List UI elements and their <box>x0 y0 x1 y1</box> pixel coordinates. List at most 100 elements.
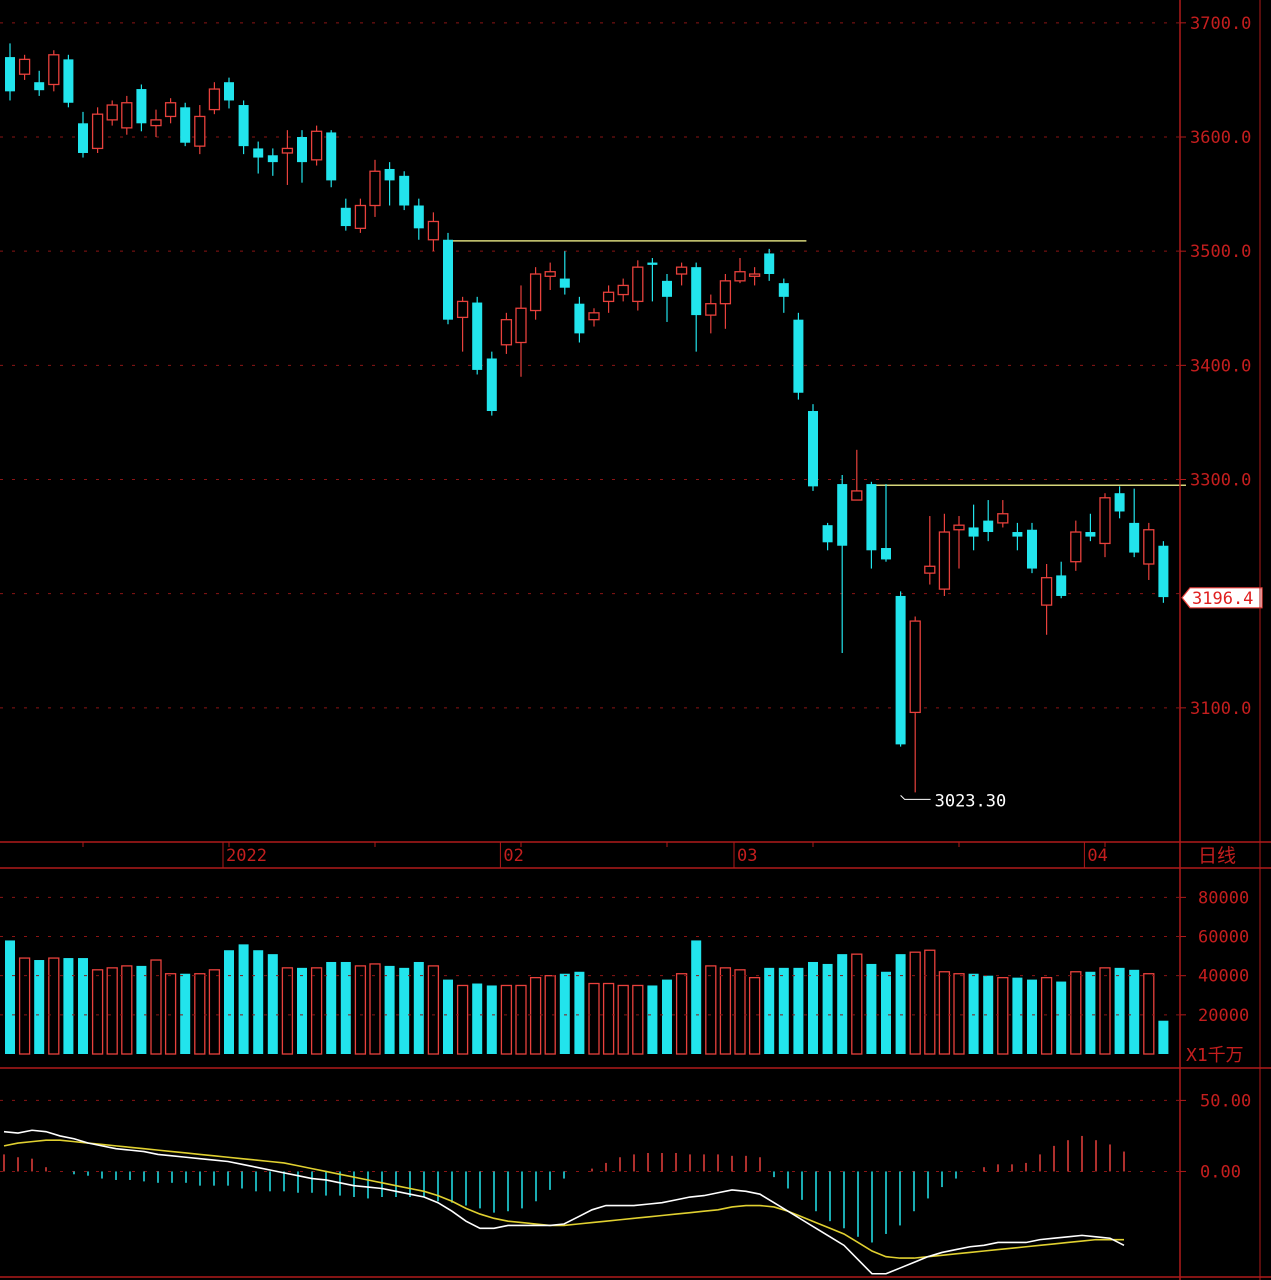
candle-body-up <box>281 147 294 154</box>
candle-body-down <box>837 484 848 546</box>
candle-body-up <box>1143 529 1155 565</box>
candle-body-up <box>150 119 162 127</box>
candle-body-up <box>208 88 221 111</box>
volume-bar-down <box>1114 967 1125 1054</box>
candle-body-down <box>691 267 702 316</box>
volume-bar-up <box>1099 967 1111 1055</box>
low-annotation-label: 3023.30 <box>935 791 1007 811</box>
volume-bar-up <box>369 963 381 1055</box>
volume-bar-down <box>486 985 497 1054</box>
chart-background <box>0 0 1271 1280</box>
volume-bar-up <box>675 973 688 1055</box>
candle <box>793 312 804 400</box>
volume-bar-down <box>472 983 483 1054</box>
volume-bar-down <box>968 973 979 1054</box>
candle-body-up <box>588 312 600 321</box>
volume-bar-up <box>150 959 162 1055</box>
candle <box>63 54 74 108</box>
candle-body-down <box>647 262 658 265</box>
volume-tick-label: 40000 <box>1198 967 1249 987</box>
volume-bar-up <box>602 982 615 1055</box>
volume-bar-up <box>208 969 221 1055</box>
volume-bar-up <box>617 984 629 1055</box>
candle-body-down <box>326 132 337 181</box>
volume-bar-up <box>164 973 177 1055</box>
candle-body-up <box>719 280 732 305</box>
candle-body-up <box>617 284 629 296</box>
last-price-label: 3196.4 <box>1192 589 1253 609</box>
volume-bar-down <box>1012 977 1023 1054</box>
volume-bar-down <box>63 958 74 1054</box>
candle-body-up <box>194 115 206 147</box>
volume-bar-down <box>881 971 891 1054</box>
candle-body-up <box>909 620 921 714</box>
volume-bar-down <box>5 940 15 1054</box>
candle-body-up <box>500 319 513 346</box>
candle-body-down <box>822 525 833 543</box>
date-tick-label: 2022 <box>226 846 267 866</box>
candle-body-up <box>602 291 615 303</box>
volume-bar-down <box>662 979 672 1054</box>
candle-body-down <box>63 59 74 103</box>
candle-body-up <box>427 220 440 241</box>
candle-body-up <box>164 102 177 118</box>
candle-body-down <box>983 520 994 533</box>
candle-body-up <box>632 266 644 303</box>
volume-bar-down <box>822 963 833 1054</box>
volume-bar-down <box>1056 981 1067 1054</box>
volume-bar-down <box>1129 969 1140 1054</box>
candle-body-up <box>748 273 761 277</box>
candle-body-down <box>1114 493 1125 512</box>
volume-bar-up <box>909 951 921 1055</box>
volume-bar-up <box>310 967 323 1055</box>
volume-bar-up <box>632 984 644 1055</box>
candle <box>310 125 323 166</box>
candle <box>326 130 337 188</box>
volume-tick-label: 80000 <box>1198 888 1249 908</box>
volume-bar-up <box>515 984 527 1055</box>
volume-bar-up <box>500 984 513 1055</box>
candle-body-down <box>340 207 351 227</box>
volume-bar-up <box>997 976 1009 1055</box>
candle-body-up <box>924 565 936 574</box>
candle-body-up <box>121 102 133 129</box>
volume-bar-up <box>924 949 936 1055</box>
price-tick-label: 3400.0 <box>1190 356 1251 376</box>
candle-body-up <box>48 54 60 86</box>
candle-body-up <box>369 170 381 207</box>
volume-bar-up <box>427 965 440 1055</box>
candle-body-down <box>34 82 45 91</box>
volume-bar-down <box>866 963 877 1054</box>
candle-body-down <box>472 302 483 370</box>
candle-body-up <box>310 130 323 161</box>
candle-body-down <box>968 527 979 537</box>
candle-body-down <box>267 155 278 163</box>
candle <box>238 100 249 155</box>
candle-body-up <box>938 531 951 590</box>
candle-body-up <box>1040 577 1053 606</box>
volume-unit-label: X1千万 <box>1186 1045 1244 1066</box>
candle-body-down <box>574 303 585 334</box>
volume-bar-down <box>1027 979 1037 1054</box>
volume-bar-down <box>778 967 789 1054</box>
candle-body-up <box>1070 531 1082 563</box>
volume-bar-down <box>326 961 337 1054</box>
volume-bar-up <box>851 953 863 1055</box>
candle-body-down <box>443 239 453 320</box>
candle-body-up <box>18 58 31 75</box>
candle-body-up <box>953 524 965 531</box>
candle-body-down <box>180 107 191 143</box>
candle-body-down <box>559 278 570 288</box>
volume-bar-down <box>764 967 775 1054</box>
price-tick-label: 3700.0 <box>1190 14 1251 34</box>
volume-bar-up <box>748 976 761 1055</box>
price-tick-label: 3600.0 <box>1190 128 1251 148</box>
candle-body-down <box>778 283 789 297</box>
candle <box>180 102 191 147</box>
candle <box>91 107 104 153</box>
volume-bar-up <box>734 969 746 1055</box>
volume-bar-up <box>1143 973 1155 1055</box>
volume-bar-down <box>574 971 585 1054</box>
price-tick-label: 3300.0 <box>1190 471 1251 491</box>
volume-bar-up <box>281 967 294 1055</box>
